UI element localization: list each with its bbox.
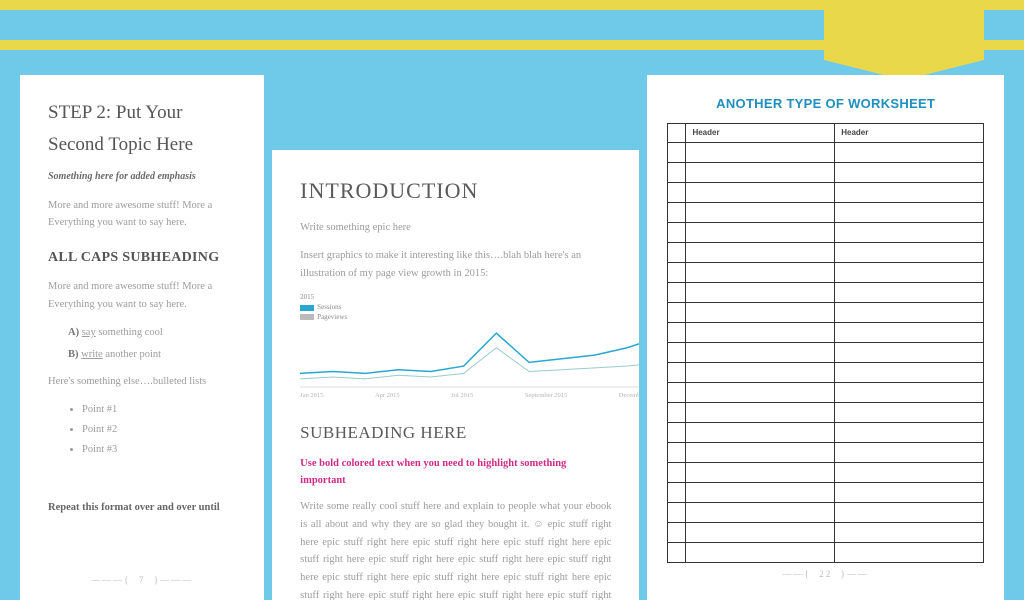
axis-label: Jul 2015 [451, 390, 473, 401]
banner-stripe [0, 40, 1024, 50]
legend-swatch-sessions [300, 305, 314, 311]
table-row [668, 382, 984, 402]
table-row [668, 502, 984, 522]
table-row [668, 462, 984, 482]
bullet-intro: Here's something else….bulleted lists [48, 373, 236, 391]
table-row [668, 322, 984, 342]
table-row [668, 142, 984, 162]
list-item: Point #3 [82, 441, 236, 459]
intro-heading: INTRODUCTION [300, 172, 611, 209]
list-item: Point #1 [82, 401, 236, 419]
worksheet-table: Header Header [667, 123, 984, 563]
chart-series-sessions [300, 348, 639, 379]
left-subheading: ALL CAPS SUBHEADING [48, 246, 236, 270]
table-header-1: Header [686, 124, 835, 143]
table-row [668, 162, 984, 182]
table-row [668, 202, 984, 222]
table-row [668, 362, 984, 382]
chart-axis-labels: Jan 2015 Apr 2015 Jul 2015 September 201… [300, 390, 639, 401]
table-header-2: Header [835, 124, 984, 143]
page-spread: STEP 2: Put Your Second Topic Here Somet… [0, 50, 1024, 600]
mid-body: Write some really cool stuff here and ex… [300, 498, 611, 600]
page-number-left: 7 [139, 575, 146, 585]
line-chart [300, 324, 639, 388]
page-right: ANOTHER TYPE OF WORKSHEET Header Header … [647, 75, 1004, 600]
letter-item-b: B) write another point [68, 346, 236, 364]
letter-b-label: B) [68, 349, 79, 360]
table-header-row: Header Header [668, 124, 984, 143]
legend-pageviews: Pageviews [317, 313, 347, 323]
table-row [668, 482, 984, 502]
axis-label: September 2015 [525, 390, 567, 401]
letter-b-underlined: write [81, 349, 103, 360]
chart-legend: 2015 Sessions Pageviews [300, 293, 611, 322]
letter-a-rest: something cool [96, 327, 163, 338]
step-title: STEP 2: Put Your Second Topic Here [48, 97, 236, 162]
page-middle: INTRODUCTION Write something epic here I… [272, 150, 639, 600]
left-para-2: More and more awesome stuff! More a Ever… [48, 278, 236, 314]
page-footer-left: ———{ 7 }——— [20, 573, 264, 588]
mid-subheading: SUBHEADING HERE [300, 419, 611, 448]
list-item: Point #2 [82, 421, 236, 439]
top-banner [0, 0, 1024, 50]
letter-a-underlined: say [82, 327, 96, 338]
table-row [668, 302, 984, 322]
page-footer-right: ——{ 22 }—— [647, 567, 1004, 582]
table-row [668, 402, 984, 422]
table-row [668, 422, 984, 442]
table-header-blank [668, 124, 686, 143]
table-row [668, 182, 984, 202]
letter-a-label: A) [68, 327, 79, 338]
page-left: STEP 2: Put Your Second Topic Here Somet… [20, 75, 264, 600]
table-row [668, 262, 984, 282]
intro-line: Write something epic here [300, 219, 611, 237]
bullet-list: Point #1 Point #2 Point #3 [82, 401, 236, 459]
letter-item-a: A) say something cool [68, 324, 236, 342]
legend-note: 2015 [300, 293, 314, 303]
axis-label: Apr 2015 [375, 390, 400, 401]
table-row [668, 442, 984, 462]
banner-pennant [824, 0, 984, 60]
table-row [668, 242, 984, 262]
letter-b-rest: another point [103, 349, 161, 360]
left-para-1: More and more awesome stuff! More a Ever… [48, 197, 236, 233]
chart-container: 2015 Sessions Pageviews Jan 2015 Apr 201… [300, 293, 611, 401]
repeat-note: Repeat this format over and over until [48, 499, 236, 517]
axis-label: Jan 2015 [300, 390, 323, 401]
page-number-right: 22 [819, 569, 832, 579]
axis-label: December 2015 [619, 390, 640, 401]
table-row [668, 342, 984, 362]
table-row [668, 282, 984, 302]
table-row [668, 542, 984, 562]
legend-swatch-pageviews [300, 314, 314, 320]
intro-para: Insert graphics to make it interesting l… [300, 247, 611, 283]
legend-sessions: Sessions [317, 303, 341, 313]
worksheet-title: ANOTHER TYPE OF WORKSHEET [667, 93, 984, 115]
highlight-text: Use bold colored text when you need to h… [300, 456, 611, 490]
table-row [668, 222, 984, 242]
table-row [668, 522, 984, 542]
step-tagline: Something here for added emphasis [48, 168, 236, 185]
chart-series-pageviews [300, 333, 639, 373]
